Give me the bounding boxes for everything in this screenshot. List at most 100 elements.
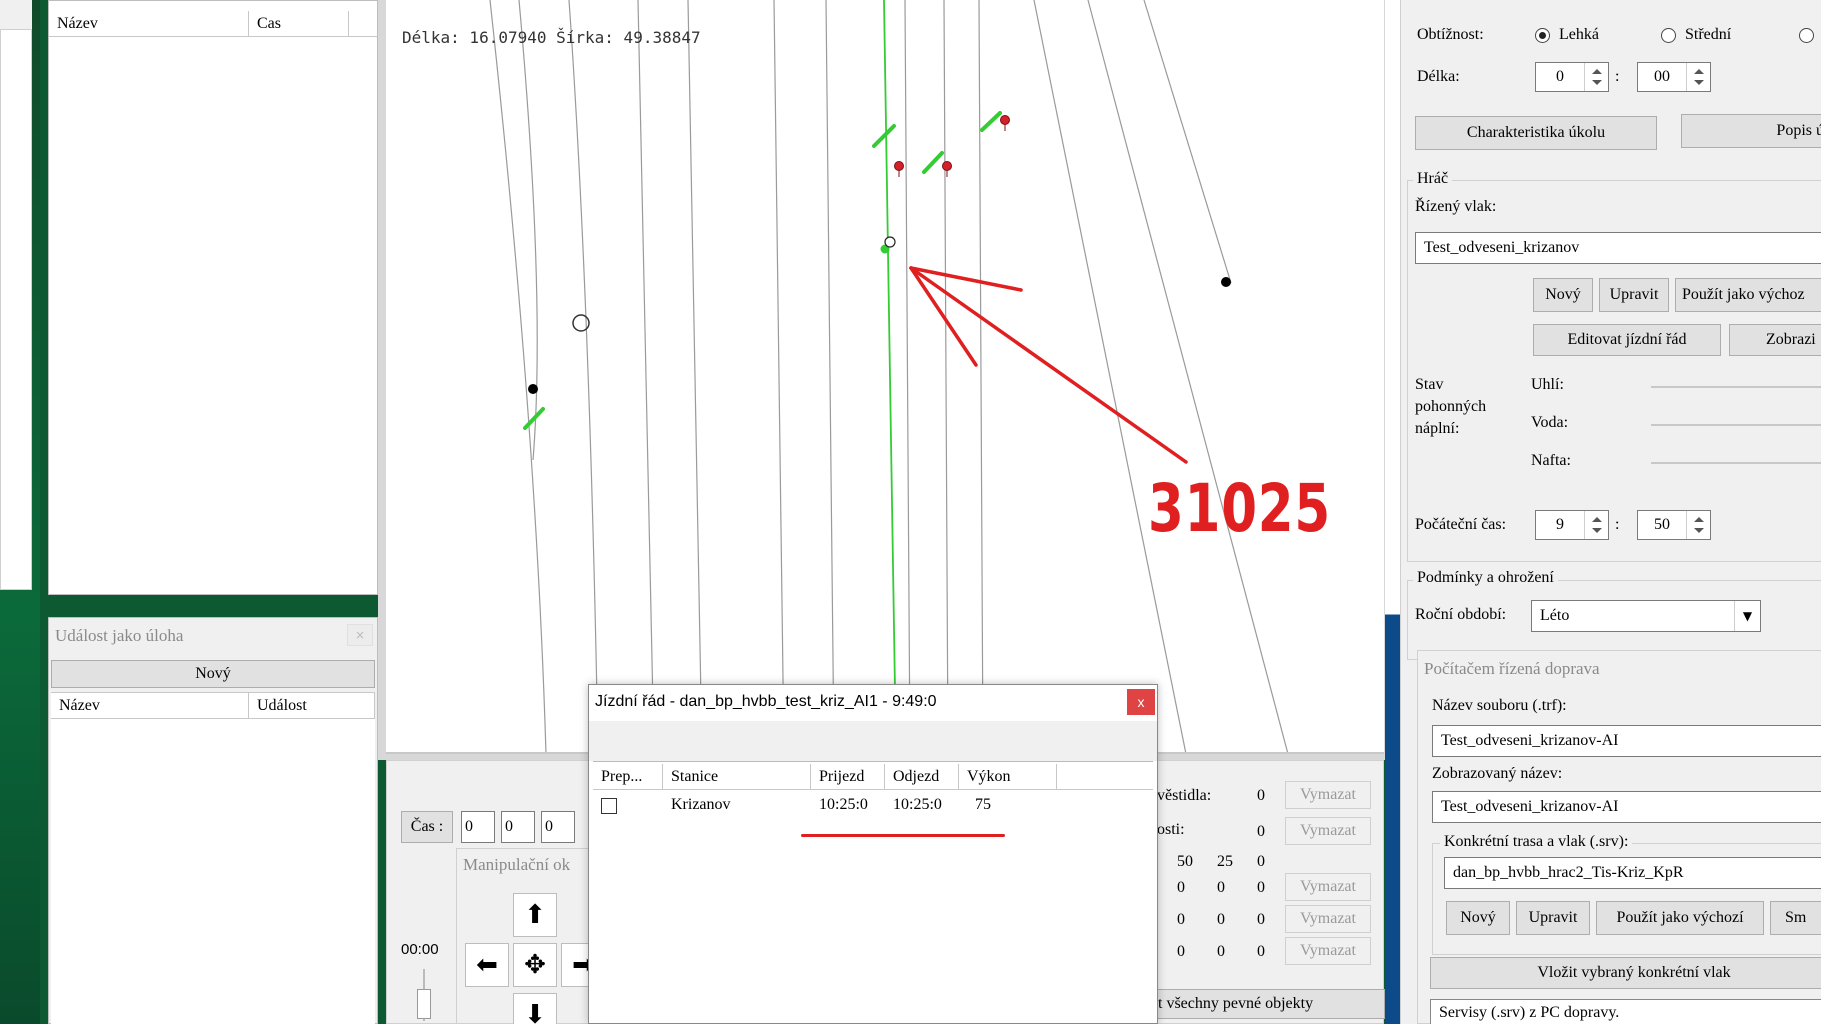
difficulty-easy-radio[interactable] (1535, 28, 1550, 43)
filename-field[interactable]: Test_odveseni_krizanov-AI (1432, 725, 1821, 757)
spinner-arrows-icon[interactable] (1686, 63, 1710, 91)
event-task-panel: Událost jako úloha × Nový Název Událost (48, 617, 378, 1024)
display-name-field[interactable]: Test_odveseni_krizanov-AI (1432, 791, 1821, 823)
show-button[interactable]: Zobrazi (1729, 324, 1821, 356)
start-hour-value: 9 (1556, 516, 1564, 533)
delete-signals-button[interactable]: Vymazat (1285, 781, 1371, 809)
grid-r2-c2: 0 (1257, 911, 1265, 928)
start-minute-spinner[interactable]: 50 (1637, 510, 1711, 540)
col-event-header[interactable]: Událost (249, 693, 375, 718)
length-separator: : (1615, 68, 1620, 85)
coal-level-bar (1651, 386, 1821, 388)
col-name-header[interactable]: Název (49, 11, 249, 36)
row-arrival: 10:25:0 (819, 796, 868, 813)
clock-label: 00:00 (401, 941, 439, 958)
close-icon[interactable]: x (1127, 689, 1155, 715)
sm-button[interactable]: Sm (1770, 901, 1821, 935)
fuel-label-2: pohonných (1415, 398, 1487, 415)
diesel-level-bar (1651, 462, 1821, 464)
task-settings-panel: Obtížnost: Lehká Střední Délka: 0 : 00 C… (1400, 0, 1821, 1024)
length-hours-spinner[interactable]: 0 (1535, 62, 1609, 92)
edit-timetable-button[interactable]: Editovat jízdní řád (1533, 324, 1721, 356)
timetable-header: Prep... Stanice Prijezd Odjezd Výkon (593, 764, 1153, 790)
arrow-left-button[interactable]: ⬅ (465, 943, 509, 987)
grid-r3-c0: 0 (1177, 943, 1185, 960)
spinner-arrows-icon[interactable] (1584, 511, 1608, 539)
grid-r0-c1: 25 (1217, 853, 1233, 870)
col-departure-header[interactable]: Odjezd (885, 764, 959, 789)
task-characteristic-button[interactable]: Charakteristika úkolu (1415, 116, 1657, 150)
close-icon[interactable]: × (347, 624, 373, 646)
grid-r2-c0: 0 (1177, 911, 1185, 928)
col-prep-header[interactable]: Prep... (593, 764, 663, 789)
row-checkbox[interactable] (601, 798, 617, 814)
timetable-dialog: Jízdní řád - dan_bp_hvbb_test_kriz_AI1 -… (588, 684, 1158, 1024)
event-task-list: Název Událost (51, 692, 375, 1024)
chevron-down-icon: ▼ (1734, 601, 1760, 631)
grid-r3-c2: 0 (1257, 943, 1265, 960)
time-label-button[interactable]: Čas : (401, 811, 453, 843)
map-canvas[interactable]: Délka: 16.07940 Šírka: 49.38847 31025 (386, 0, 1384, 754)
col-station-header[interactable]: Stanice (663, 764, 811, 789)
insert-selected-train-button[interactable]: Vložit vybraný konkrétní vlak (1430, 957, 1821, 989)
length-minutes-spinner[interactable]: 00 (1637, 62, 1711, 92)
time-slider[interactable] (417, 969, 431, 1021)
left-edge-bar (0, 0, 32, 30)
arrow-up-button[interactable]: ⬆ (513, 893, 557, 937)
time-field-3[interactable]: 0 (541, 811, 575, 843)
row-station: Krizanov (671, 796, 731, 813)
difficulty-medium-radio[interactable] (1661, 28, 1676, 43)
conditions-group-title: Podmínky a ohrožení (1413, 569, 1558, 587)
col-performance-header[interactable]: Výkon (959, 764, 1057, 789)
coal-label: Uhlí: (1531, 376, 1564, 393)
season-label: Roční období: (1415, 606, 1507, 623)
signals-count: 0 (1257, 787, 1265, 804)
event-task-header: Název Událost (51, 693, 375, 719)
time-field-2[interactable]: 0 (501, 811, 535, 843)
slider-thumb[interactable] (417, 989, 431, 1019)
edit-route-button[interactable]: Upravit (1516, 901, 1590, 935)
col-time-header[interactable]: Cas (249, 11, 349, 36)
event-task-new-button[interactable]: Nový (51, 660, 375, 688)
row-performance: 75 (975, 796, 991, 813)
use-as-default-button[interactable]: Použít jako výchoz (1675, 278, 1821, 312)
arrow-down-button[interactable]: ⬇ (513, 993, 557, 1024)
fuel-label-3: náplní: (1415, 420, 1460, 437)
length-label: Délka: (1417, 68, 1460, 85)
delete-row-2-button[interactable]: Vymazat (1285, 905, 1371, 933)
grid-r1-c0: 0 (1177, 879, 1185, 896)
timetable-table: Prep... Stanice Prijezd Odjezd Výkon Kri… (593, 761, 1153, 1023)
difficulty-label: Obtížnost: (1417, 26, 1484, 43)
col-arrival-header[interactable]: Prijezd (811, 764, 885, 789)
col-name-header[interactable]: Název (51, 693, 249, 718)
difficulty-hard-radio[interactable] (1799, 28, 1814, 43)
difficulty-easy-label[interactable]: Lehká (1559, 26, 1599, 44)
grid-r0-c2: 0 (1257, 853, 1265, 870)
grid-r0-c0: 50 (1177, 853, 1193, 870)
all-fixed-objects-button[interactable]: t všechny pevné objekty (1151, 989, 1385, 1019)
display-name-label: Zobrazovaný název: (1432, 765, 1563, 782)
delete-objects-button[interactable]: Vymazat (1285, 817, 1371, 845)
start-hour-spinner[interactable]: 9 (1535, 510, 1609, 540)
task-description-button[interactable]: Popis úko (1681, 114, 1821, 148)
grid-r1-c1: 0 (1217, 879, 1225, 896)
new-route-button[interactable]: Nový (1446, 901, 1510, 935)
time-field-1[interactable]: 0 (461, 811, 495, 843)
spinner-arrows-icon[interactable] (1584, 63, 1608, 91)
controlled-train-field[interactable]: Test_odveseni_krizanov (1415, 232, 1821, 264)
difficulty-medium-label[interactable]: Střední (1685, 26, 1731, 44)
season-dropdown[interactable]: Léto ▼ (1531, 600, 1761, 632)
new-train-button[interactable]: Nový (1533, 278, 1593, 312)
table-row[interactable]: Krizanov 10:25:0 10:25:0 75 (593, 792, 1153, 820)
edit-train-button[interactable]: Upravit (1599, 278, 1669, 312)
spinner-arrows-icon[interactable] (1686, 511, 1710, 539)
time-list-header: Název Cas (49, 11, 377, 37)
controlled-train-label: Řízený vlak: (1415, 198, 1497, 215)
use-route-default-button[interactable]: Použít jako výchozí (1596, 901, 1764, 935)
time-list-panel: Název Cas (48, 0, 378, 595)
fuel-label-1: Stav (1415, 376, 1444, 393)
move-center-button[interactable]: ✥ (513, 943, 557, 987)
route-field[interactable]: dan_bp_hvbb_hrac2_Tis-Kriz_KpR (1444, 857, 1821, 889)
delete-row-3-button[interactable]: Vymazat (1285, 937, 1371, 965)
delete-row-1-button[interactable]: Vymazat (1285, 873, 1371, 901)
